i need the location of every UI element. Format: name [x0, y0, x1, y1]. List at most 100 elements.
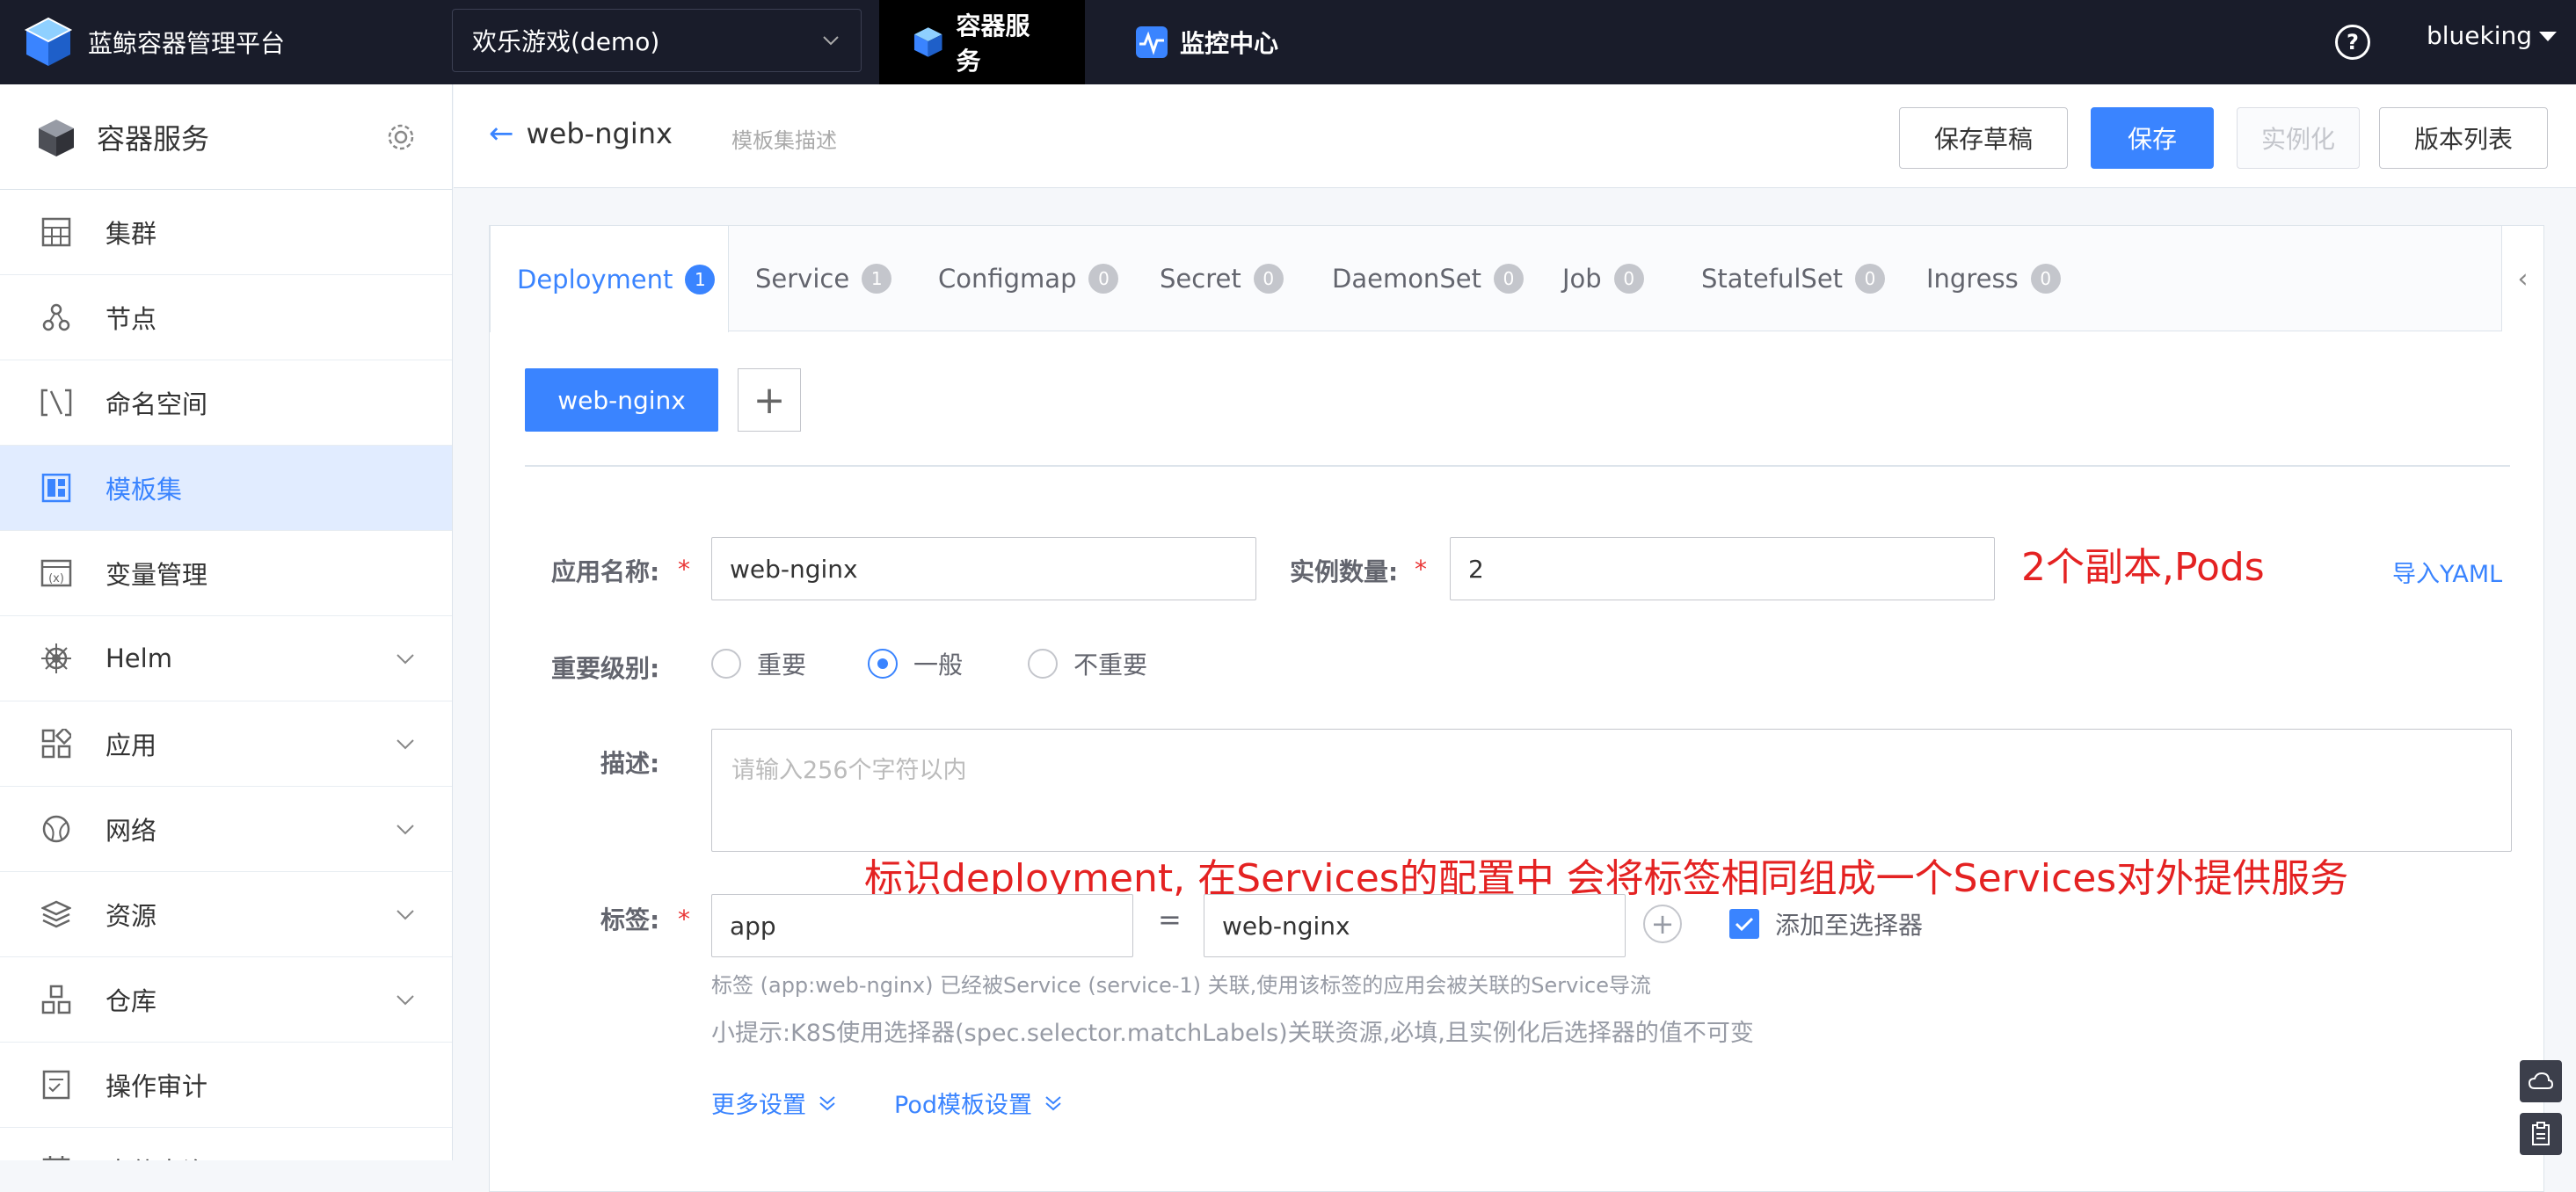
add-app-button[interactable]: +: [738, 368, 801, 432]
tab-service[interactable]: Service 1: [755, 226, 892, 331]
app-icon: [39, 726, 74, 761]
sidebar-item-cluster[interactable]: 集群: [0, 190, 452, 275]
count-badge: 1: [685, 264, 716, 294]
namespace-icon: [39, 385, 74, 420]
sidebar-item-label: 变量管理: [106, 560, 208, 590]
page-header: ← web-nginx 模板集描述 保存草稿 保存 实例化 版本列表: [454, 84, 2576, 188]
save-draft-button[interactable]: 保存草稿: [1899, 107, 2068, 169]
sidebar-item-repo[interactable]: 仓库: [0, 957, 452, 1043]
variable-icon: (x): [39, 556, 74, 591]
cube-icon: [913, 27, 942, 57]
required-mark: *: [678, 905, 690, 934]
link-label: 更多设置: [711, 1092, 806, 1119]
count-badge: 0: [1493, 264, 1524, 294]
sidebar-item-resource[interactable]: 资源: [0, 872, 452, 957]
version-list-button[interactable]: 版本列表: [2379, 107, 2548, 169]
app-name-input[interactable]: web-nginx: [711, 537, 1256, 600]
tab-deployment[interactable]: Deployment 1: [490, 226, 729, 332]
label-key-input[interactable]: app: [711, 894, 1133, 957]
resource-icon: [39, 897, 74, 932]
sidebar-item-helm[interactable]: Helm: [0, 616, 452, 701]
radio-label: 重要: [757, 651, 807, 680]
import-yaml-link[interactable]: 导入YAML: [2392, 555, 2502, 589]
sidebar-item-app[interactable]: 应用: [0, 701, 452, 787]
importance-radio-unimportant[interactable]: 不重要: [1028, 646, 1147, 681]
checkbox-label: 添加至选择器: [1775, 911, 1924, 940]
sidebar-item-namespace[interactable]: 命名空间: [0, 360, 452, 446]
tab-label: Secret: [1160, 264, 1241, 294]
chevron-left-icon[interactable]: ‹: [2501, 226, 2543, 331]
required-mark: *: [1415, 555, 1427, 584]
svg-text:(x): (x): [48, 572, 64, 585]
sidebar-item-label: 集群: [106, 219, 157, 249]
checkbox-checked-icon: [1729, 909, 1759, 939]
tab-label: Configmap: [938, 264, 1077, 294]
app-name-label: 应用名称:: [551, 557, 660, 586]
sidebar-item-audit[interactable]: 操作审计: [0, 1043, 452, 1128]
count-badge: 0: [1088, 264, 1119, 294]
importance-radio-normal[interactable]: 一般: [868, 646, 963, 681]
add-label-icon[interactable]: +: [1643, 905, 1682, 943]
nav-tab-container-service[interactable]: 容器服务: [879, 0, 1085, 84]
nav-tab-monitor[interactable]: 监控中心: [1102, 0, 1310, 84]
help-icon[interactable]: ?: [2335, 25, 2370, 60]
back-link[interactable]: ← web-nginx: [489, 116, 673, 151]
sidebar-item-label: 命名空间: [106, 389, 208, 419]
sidebar-item-event[interactable]: 事件查询: [0, 1128, 452, 1160]
template-desc[interactable]: 模板集描述: [731, 123, 837, 154]
count-badge: 0: [2030, 264, 2061, 294]
desc-label: 描述:: [600, 749, 660, 778]
nav-tab-label: 监控中心: [1180, 29, 1279, 58]
tab-label: Deployment: [517, 264, 673, 294]
chevron-down-icon: [397, 910, 414, 920]
count-badge: 0: [1253, 264, 1284, 294]
sidebar-item-label: 事件查询: [106, 1152, 207, 1160]
cloud-icon[interactable]: [2520, 1060, 2562, 1102]
tab-secret[interactable]: Secret 0: [1160, 226, 1284, 331]
sidebar-item-network[interactable]: 网络: [0, 787, 452, 872]
clipboard-icon[interactable]: [2520, 1113, 2562, 1155]
template-icon: [39, 470, 74, 505]
app-tab-web-nginx[interactable]: web-nginx: [525, 368, 718, 432]
brand[interactable]: 蓝鲸容器管理平台: [21, 9, 285, 76]
sidebar-item-node[interactable]: 节点: [0, 275, 452, 360]
label-note: 标签 (app:web-nginx) 已经被Service (service-1…: [711, 973, 1651, 998]
tab-label: StatefulSet: [1701, 264, 1844, 294]
box-icon: [39, 119, 74, 156]
sidebar-title: 容器服务: [97, 121, 210, 156]
instantiate-button[interactable]: 实例化: [2237, 107, 2360, 169]
chevron-down-icon: [397, 654, 414, 665]
cluster-icon: [39, 214, 74, 250]
replicas-input[interactable]: 2: [1450, 537, 1995, 600]
desc-textarea[interactable]: 请输入256个字符以内: [711, 729, 2512, 852]
add-to-selector-checkbox[interactable]: 添加至选择器: [1729, 906, 1923, 941]
replicas-label: 实例数量:: [1290, 557, 1399, 586]
label-value-input[interactable]: web-nginx: [1204, 894, 1626, 957]
radio-circle: [868, 649, 898, 679]
more-settings-link[interactable]: 更多设置: [711, 1086, 838, 1120]
tab-configmap[interactable]: Configmap 0: [938, 226, 1119, 331]
sidebar-item-template[interactable]: 模板集: [0, 446, 452, 531]
count-badge: 0: [1613, 264, 1644, 294]
tab-job[interactable]: Job 0: [1562, 226, 1644, 331]
gear-icon[interactable]: [385, 121, 417, 153]
radio-label: 不重要: [1073, 651, 1148, 680]
equals-sign: =: [1158, 903, 1182, 936]
double-chevron-down-icon: [819, 1095, 835, 1110]
pod-template-link[interactable]: Pod模板设置: [894, 1086, 1064, 1120]
sidebar-item-variable[interactable]: (x) 变量管理: [0, 531, 452, 616]
tab-statefulset[interactable]: StatefulSet 0: [1701, 226, 1886, 331]
arrow-left-icon: ←: [489, 116, 514, 151]
brand-cube-icon: [24, 17, 73, 66]
project-select[interactable]: 欢乐游戏(demo): [452, 9, 862, 72]
tab-ingress[interactable]: Ingress 0: [1926, 226, 2061, 331]
count-badge: 0: [1855, 264, 1886, 294]
user-menu[interactable]: blueking: [2427, 21, 2558, 50]
sidebar-item-label: 节点: [106, 304, 157, 334]
event-icon: [39, 1152, 74, 1160]
importance-radio-important[interactable]: 重要: [711, 646, 806, 681]
sidebar-item-label: Helm: [106, 643, 172, 673]
tab-daemonset[interactable]: DaemonSet 0: [1332, 226, 1524, 331]
radio-circle: [1028, 649, 1058, 679]
save-button[interactable]: 保存: [2091, 107, 2214, 169]
